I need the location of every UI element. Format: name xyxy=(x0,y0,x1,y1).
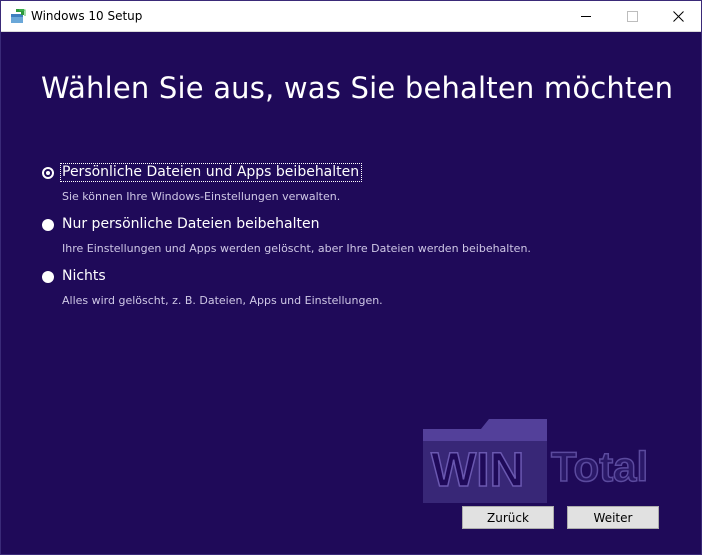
option-label[interactable]: Nichts xyxy=(61,268,108,285)
watermark-text-left: WIN xyxy=(431,444,524,497)
close-button[interactable] xyxy=(655,1,701,31)
option-label[interactable]: Nur persönliche Dateien beibehalten xyxy=(61,216,321,233)
option-label[interactable]: Persönliche Dateien und Apps beibehalten xyxy=(60,163,363,182)
minimize-button[interactable] xyxy=(563,1,609,31)
setup-box-icon xyxy=(11,9,26,23)
close-icon xyxy=(672,10,684,22)
radio-button[interactable] xyxy=(42,271,54,283)
watermark-text-right: Total xyxy=(551,443,648,490)
setup-window: Windows 10 Setup Wählen Sie aus, was Sie… xyxy=(0,0,702,555)
window-title: Windows 10 Setup xyxy=(31,9,143,23)
title-bar: Windows 10 Setup xyxy=(1,1,701,32)
option-description: Ihre Einstellungen und Apps werden gelös… xyxy=(62,242,531,255)
minimize-icon xyxy=(581,15,591,17)
back-button[interactable]: Zurück xyxy=(462,506,554,529)
option-description: Sie können Ihre Windows-Einstellungen ve… xyxy=(62,190,341,203)
option-description: Alles wird gelöscht, z. B. Dateien, Apps… xyxy=(62,294,383,307)
wintotal-watermark-logo: WIN Total xyxy=(423,419,649,503)
page-title: Wählen Sie aus, was Sie behalten möchten xyxy=(41,71,674,105)
radio-button[interactable] xyxy=(42,219,54,231)
maximize-button xyxy=(609,1,655,31)
next-button[interactable]: Weiter xyxy=(567,506,659,529)
maximize-icon xyxy=(626,10,638,22)
radio-button-selected[interactable] xyxy=(42,167,54,179)
